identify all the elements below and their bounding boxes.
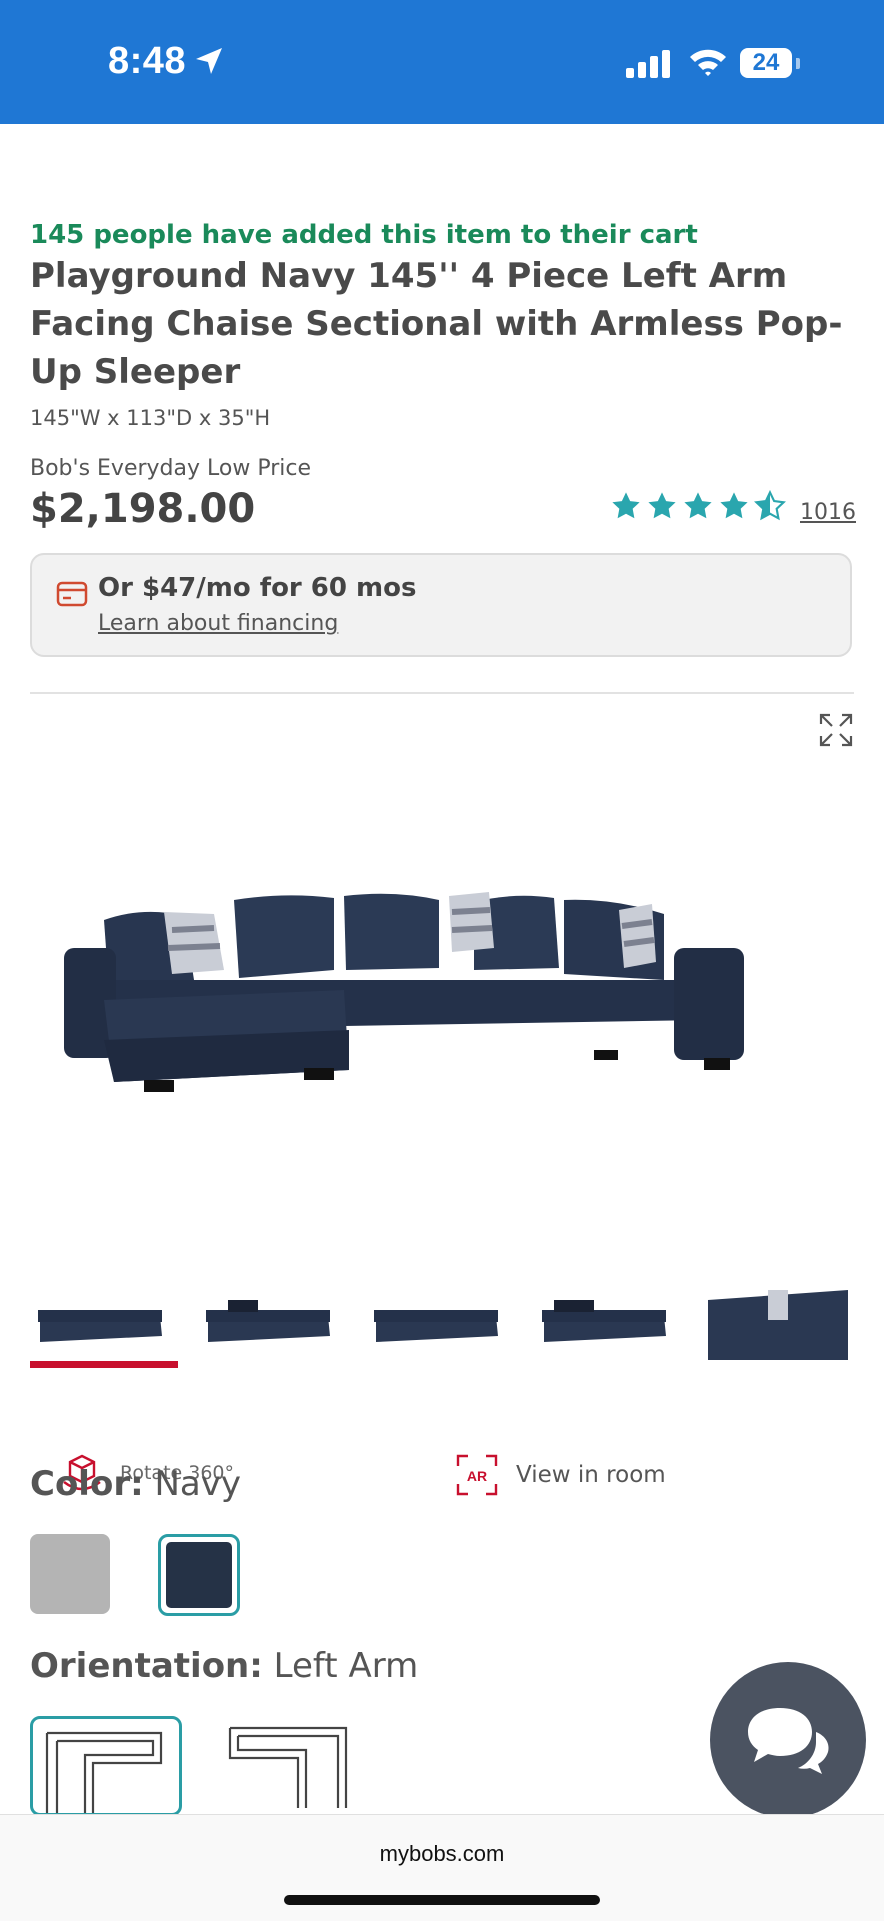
- chat-bubbles-icon: [748, 1708, 829, 1774]
- orientation-value: Left Arm: [273, 1646, 419, 1686]
- cart-notice: 145 people have added this item to their…: [30, 220, 698, 250]
- selected-thumbnail-indicator: [30, 1361, 178, 1368]
- wifi-icon: [690, 49, 726, 76]
- browser-bottom-bar: mybobs.com: [0, 1814, 884, 1921]
- orientation-right-arm-option[interactable]: [226, 1724, 348, 1808]
- home-indicator[interactable]: [284, 1895, 600, 1905]
- star-icon: [684, 492, 712, 519]
- color-swatch-navy[interactable]: [158, 1534, 240, 1616]
- learn-financing-link[interactable]: Learn about financing: [98, 611, 338, 636]
- color-label: Color:: [30, 1464, 144, 1504]
- url-domain[interactable]: mybobs.com: [0, 1841, 884, 1867]
- color-value: Navy: [154, 1464, 242, 1504]
- view-in-room-label[interactable]: View in room: [516, 1462, 666, 1488]
- svg-text:AR: AR: [467, 1468, 487, 1484]
- status-bar: 8:48 24: [0, 0, 884, 124]
- star-icon: [720, 492, 748, 519]
- half-star-icon: [754, 490, 786, 521]
- thumbnail-5[interactable]: [708, 1270, 848, 1360]
- star-rating[interactable]: [610, 490, 790, 522]
- product-price: $2,198.00: [30, 486, 256, 532]
- status-time: 8:48: [108, 40, 187, 82]
- financing-box[interactable]: Or $47/mo for 60 mos Learn about financi…: [30, 553, 852, 657]
- product-image[interactable]: [64, 870, 824, 1110]
- color-option-row: Color: Navy: [30, 1464, 241, 1504]
- left-arm-sectional-icon: [45, 1731, 163, 1813]
- thumbnail-strip[interactable]: [30, 1270, 884, 1370]
- location-arrow-icon: [196, 48, 222, 74]
- credit-card-icon: [56, 581, 88, 607]
- chat-button[interactable]: [710, 1662, 866, 1818]
- star-icon: [648, 492, 676, 519]
- orientation-label: Orientation:: [30, 1646, 263, 1686]
- star-icon: [612, 492, 640, 519]
- ar-icon[interactable]: AR: [454, 1452, 500, 1498]
- product-title: Playground Navy 145'' 4 Piece Left Arm F…: [30, 256, 843, 392]
- price-label: Bob's Everyday Low Price: [30, 456, 311, 481]
- thumbnail-3[interactable]: [366, 1270, 506, 1360]
- battery-cap: [796, 58, 800, 69]
- color-swatch-navy-fill: [166, 1542, 232, 1608]
- color-swatch-gray[interactable]: [30, 1534, 110, 1614]
- thumbnail-1[interactable]: [30, 1270, 170, 1360]
- cellular-signal-icon: [626, 50, 670, 78]
- product-dimensions: 145"W x 113"D x 35"H: [30, 406, 271, 430]
- orientation-left-arm-option[interactable]: [30, 1716, 182, 1816]
- thumbnail-2[interactable]: [198, 1270, 338, 1360]
- orientation-option-row: Orientation: Left Arm: [30, 1646, 418, 1686]
- divider: [30, 692, 854, 694]
- expand-icon[interactable]: [818, 712, 854, 748]
- financing-text: Or $47/mo for 60 mos: [98, 573, 417, 603]
- thumbnail-4[interactable]: [534, 1270, 674, 1360]
- review-count-link[interactable]: 1016: [800, 500, 856, 525]
- battery-icon: 24: [740, 48, 792, 78]
